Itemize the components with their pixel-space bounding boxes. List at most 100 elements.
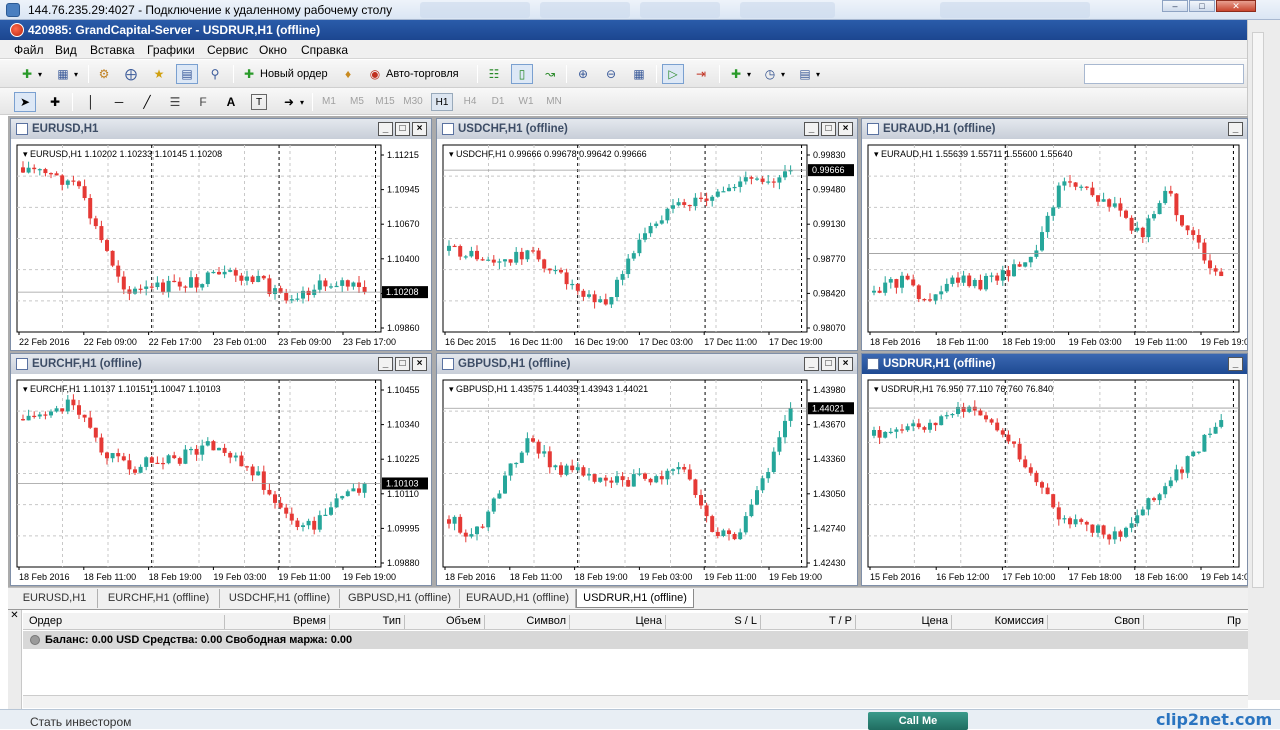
close-button[interactable]: ✕ <box>1216 0 1256 12</box>
terminal-button[interactable]: ▤ <box>176 64 198 84</box>
chart-minimize-button[interactable]: _ <box>804 357 819 371</box>
background-tab[interactable] <box>640 2 720 18</box>
chart-minimize-button[interactable]: _ <box>1228 122 1243 136</box>
chart-window-gbpusd[interactable]: GBPUSD,H1 (offline) _ □ × ▾ GBPUSD,H1 1.4357… <box>436 353 858 586</box>
chart-close-button[interactable]: × <box>838 357 853 371</box>
tab-euraud[interactable]: EURAUD,H1 (offline) <box>460 589 576 608</box>
chart-minimize-button[interactable]: _ <box>378 357 393 371</box>
profiles-button[interactable]: ▦ ▾ <box>52 64 81 84</box>
channel-button[interactable]: ☰ <box>164 92 186 112</box>
chart-plot-area[interactable]: ▾ USDCHF,H1 0.99666 0.99678 0.99642 0.99… <box>437 139 857 350</box>
column-commission[interactable]: Комиссия <box>952 615 1048 629</box>
crosshair-button[interactable]: ✚ <box>44 92 66 112</box>
chart-close-button[interactable]: × <box>412 122 427 136</box>
chart-window-euraud[interactable]: EURAUD,H1 (offline) _ ▾ EURAUD,H1 1.55639 … <box>861 118 1248 351</box>
timeframe-h1[interactable]: H1 <box>431 93 453 111</box>
tab-eurchf[interactable]: EURCHF,H1 (offline) <box>98 589 220 608</box>
chart-shift-button[interactable]: ▷ <box>662 64 684 84</box>
menu-help[interactable]: Справка <box>301 43 348 57</box>
tab-eurusd[interactable]: EURUSD,H1 <box>12 589 98 608</box>
zoom-in-button[interactable]: ⊕ <box>572 64 594 84</box>
terminal-close-button[interactable]: ✕ <box>8 610 22 710</box>
bar-chart-button[interactable]: ☷ <box>483 64 505 84</box>
chart-title-bar[interactable]: GBPUSD,H1 (offline) _ □ × <box>437 354 857 374</box>
market-watch-button[interactable]: ⚙ <box>93 64 115 84</box>
chart-window-usdrur[interactable]: USDRUR,H1 (offline) _ ▾ USDRUR,H1 76.950 7… <box>861 353 1248 586</box>
navigator-button[interactable]: ★ <box>148 64 170 84</box>
auto-trading-button[interactable]: ◉ Авто-торговля <box>364 64 462 84</box>
balance-row[interactable]: Баланс: 0.00 USD Средства: 0.00 Свободна… <box>23 631 1248 649</box>
menu-file[interactable]: Файл <box>14 43 44 57</box>
chart-minimize-button[interactable]: _ <box>1228 357 1243 371</box>
candlestick-button[interactable]: ▯ <box>511 64 533 84</box>
vertical-line-button[interactable]: │ <box>80 92 102 112</box>
text-label-button[interactable]: T <box>248 92 270 112</box>
chart-minimize-button[interactable]: _ <box>804 122 819 136</box>
timeframe-d1[interactable]: D1 <box>487 93 509 111</box>
column-tp[interactable]: T / P <box>761 615 856 629</box>
trendline-button[interactable]: ╱ <box>136 92 158 112</box>
chart-title-bar[interactable]: EURAUD,H1 (offline) _ <box>862 119 1247 139</box>
become-investor-link[interactable]: Стать инвестором <box>30 715 131 729</box>
column-price[interactable]: Цена <box>570 615 666 629</box>
data-window-button[interactable]: ⨁ <box>120 64 142 84</box>
auto-scroll-button[interactable]: ⇥ <box>690 64 712 84</box>
column-symbol[interactable]: Символ <box>485 615 570 629</box>
chart-minimize-button[interactable]: _ <box>378 122 393 136</box>
column-time[interactable]: Время <box>225 615 330 629</box>
templates-button[interactable]: ▤ ▾ <box>794 64 823 84</box>
meta-editor-button[interactable]: ♦ <box>337 64 359 84</box>
chart-close-button[interactable]: × <box>838 122 853 136</box>
new-order-button[interactable]: ✚ Новый ордер <box>238 64 331 84</box>
timeframe-mn[interactable]: MN <box>543 93 565 111</box>
menu-window[interactable]: Окно <box>259 43 287 57</box>
tab-usdchf[interactable]: USDCHF,H1 (offline) <box>220 589 340 608</box>
timeframe-m30[interactable]: M30 <box>402 93 424 111</box>
menu-view[interactable]: Вид <box>55 43 77 57</box>
chart-plot-area[interactable]: ▾ GBPUSD,H1 1.43575 1.44035 1.43943 1.44… <box>437 374 857 585</box>
column-swap[interactable]: Своп <box>1048 615 1144 629</box>
horizontal-line-button[interactable]: ─ <box>108 92 130 112</box>
column-type[interactable]: Тип <box>330 615 405 629</box>
call-me-button[interactable]: Call Me <box>868 712 968 730</box>
chart-plot-area[interactable]: ▾ EURCHF,H1 1.10137 1.10151 1.10047 1.10… <box>11 374 431 585</box>
timeframe-w1[interactable]: W1 <box>515 93 537 111</box>
chart-plot-area[interactable]: ▾ USDRUR,H1 76.950 77.110 76.760 76.840 1… <box>862 374 1247 585</box>
vertical-scrollbar[interactable] <box>1252 32 1264 588</box>
background-tab[interactable] <box>740 2 835 18</box>
chart-title-bar[interactable]: USDRUR,H1 (offline) _ <box>862 354 1247 374</box>
text-tool-button[interactable]: A <box>220 92 242 112</box>
line-chart-button[interactable]: ↝ <box>539 64 561 84</box>
fibonacci-button[interactable]: F <box>192 92 214 112</box>
column-volume[interactable]: Объем <box>405 615 485 629</box>
arrows-button[interactable]: ➜ ▾ <box>278 92 307 112</box>
chart-title-bar[interactable]: EURUSD,H1 _ □ × <box>11 119 431 139</box>
column-order[interactable]: Ордер <box>29 615 225 629</box>
new-chart-button[interactable]: ✚ ▾ <box>16 64 45 84</box>
chart-plot-area[interactable]: ▾ EURAUD,H1 1.55639 1.55711 1.55600 1.55… <box>862 139 1247 350</box>
menu-charts[interactable]: Графики <box>147 43 195 57</box>
tab-usdrur[interactable]: USDRUR,H1 (offline) <box>576 589 694 608</box>
column-profit[interactable]: Пр <box>1144 615 1244 629</box>
chart-maximize-button[interactable]: □ <box>821 122 836 136</box>
background-tab[interactable] <box>540 2 630 18</box>
timeframe-m1[interactable]: M1 <box>318 93 340 111</box>
horizontal-scrollbar[interactable] <box>23 695 1248 708</box>
zoom-out-button[interactable]: ⊖ <box>600 64 622 84</box>
indicators-button[interactable]: ✚ ▾ <box>725 64 754 84</box>
chart-maximize-button[interactable]: □ <box>395 122 410 136</box>
menu-tools[interactable]: Сервис <box>207 43 248 57</box>
chart-plot-area[interactable]: ▾ EURUSD,H1 1.10202 1.10233 1.10145 1.10… <box>11 139 431 350</box>
menu-insert[interactable]: Вставка <box>90 43 135 57</box>
chart-maximize-button[interactable]: □ <box>821 357 836 371</box>
column-sl[interactable]: S / L <box>666 615 761 629</box>
timeframe-m15[interactable]: M15 <box>374 93 396 111</box>
chart-maximize-button[interactable]: □ <box>395 357 410 371</box>
background-tab[interactable] <box>940 2 1090 18</box>
search-input[interactable] <box>1084 64 1244 84</box>
chart-window-usdchf[interactable]: USDCHF,H1 (offline) _ □ × ▾ USDCHF,H1 0.9966… <box>436 118 858 351</box>
minimize-button[interactable]: – <box>1162 0 1188 12</box>
timeframe-h4[interactable]: H4 <box>459 93 481 111</box>
column-price-current[interactable]: Цена <box>856 615 952 629</box>
chart-close-button[interactable]: × <box>412 357 427 371</box>
